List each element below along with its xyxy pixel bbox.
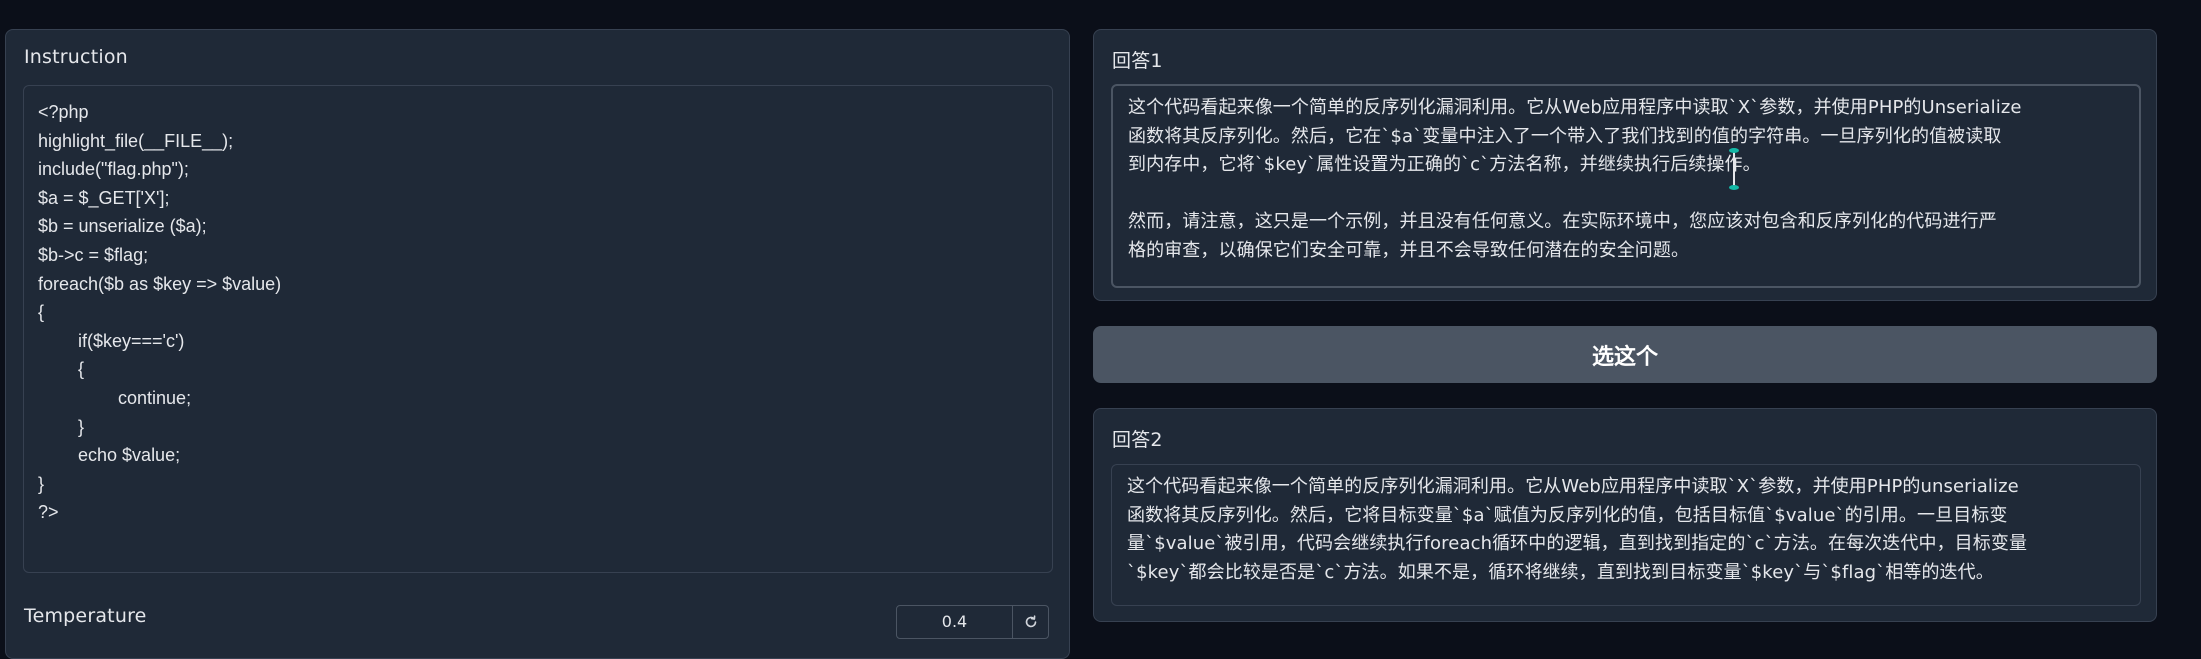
answer1-line: 到内存中，它将`$key`属性设置为正确的`c`方法名称，并继续执行后续操作。 <box>1128 154 1761 176</box>
code-line: { <box>38 359 85 380</box>
code-line: if($key==='c') <box>38 330 185 351</box>
temperature-label: Temperature <box>24 605 147 627</box>
answer1-text: 这个代码看起来像一个简单的反序列化漏洞利用。它从Web应用程序中读取`X`参数，… <box>1128 94 2127 266</box>
answer1-panel: 回答1 这个代码看起来像一个简单的反序列化漏洞利用。它从Web应用程序中读取`X… <box>1093 29 2157 301</box>
code-line: highlight_file(__FILE__); <box>38 130 234 151</box>
code-line: echo $value; <box>38 445 181 466</box>
answer2-line: `$key`都会比较是否是`c`方法。如果不是，循环将继续，直到找到目标变量`$… <box>1127 561 1994 583</box>
text-cursor-bottom-marker <box>1729 185 1739 190</box>
answer1-line: 然而，请注意，这只是一个示例，并且没有任何意义。在实际环境中，您应该对包含和反序… <box>1128 211 1997 233</box>
answer1-line: 格的审查，以确保它们安全可靠，并且不会导致任何潜在的安全问题。 <box>1128 239 1690 261</box>
code-line: foreach($b as $key => $value) <box>38 273 282 294</box>
code-line: } <box>38 473 45 494</box>
instruction-code: <?php highlight_file(__FILE__); include("f… <box>38 98 281 527</box>
answer2-line: 量`$value`被引用，代码会继续执行foreach循环中的逻辑，直到找到指定… <box>1127 533 2028 555</box>
instruction-textarea[interactable]: <?php highlight_file(__FILE__); include("f… <box>23 85 1053 573</box>
answer1-line: 这个代码看起来像一个简单的反序列化漏洞利用。它从Web应用程序中读取`X`参数，… <box>1128 97 2022 118</box>
answer2-line: 这个代码看起来像一个简单的反序列化漏洞利用。它从Web应用程序中读取`X`参数，… <box>1127 476 2019 497</box>
answer2-label: 回答2 <box>1112 429 1163 451</box>
code-line: { <box>38 302 45 323</box>
code-line: $b = unserialize ($a); <box>38 216 207 237</box>
answer1-textbox[interactable]: 这个代码看起来像一个简单的反序列化漏洞利用。它从Web应用程序中读取`X`参数，… <box>1111 84 2141 288</box>
temperature-input[interactable]: 0.4 <box>896 605 1013 639</box>
text-cursor-icon <box>1733 150 1735 188</box>
answer2-panel: 回答2 这个代码看起来像一个简单的反序列化漏洞利用。它从Web应用程序中读取`X… <box>1093 408 2157 622</box>
temperature-reset-button[interactable] <box>1012 605 1049 639</box>
answer1-label: 回答1 <box>1112 50 1163 72</box>
choose-this-button[interactable]: 选这个 <box>1093 326 2157 383</box>
answer1-line: 函数将其反序列化。然后，它在`$a`变量中注入了一个带入了我们找到的值的字符串。… <box>1128 125 2002 147</box>
code-line: ?> <box>38 502 59 523</box>
code-line: continue; <box>38 387 192 408</box>
text-cursor-top-marker <box>1729 148 1739 153</box>
code-line: } <box>38 416 85 437</box>
code-line: <?php <box>38 102 89 122</box>
answer2-text: 这个代码看起来像一个简单的反序列化漏洞利用。它从Web应用程序中读取`X`参数，… <box>1127 473 2128 587</box>
answer2-textbox[interactable]: 这个代码看起来像一个简单的反序列化漏洞利用。它从Web应用程序中读取`X`参数，… <box>1111 464 2141 606</box>
reset-icon <box>1025 615 1036 628</box>
code-line: include("flag.php"); <box>38 159 189 180</box>
instruction-panel: Instruction <?php highlight_file(__FILE__… <box>5 29 1070 659</box>
answer2-line: 函数将其反序列化。然后，它将目标变量`$a`赋值为反序列化的值，包括目标值`$v… <box>1127 504 2008 526</box>
code-line: $a = $_GET['X']; <box>38 187 170 208</box>
code-line: $b->c = $flag; <box>38 244 149 265</box>
instruction-label: Instruction <box>24 46 128 68</box>
